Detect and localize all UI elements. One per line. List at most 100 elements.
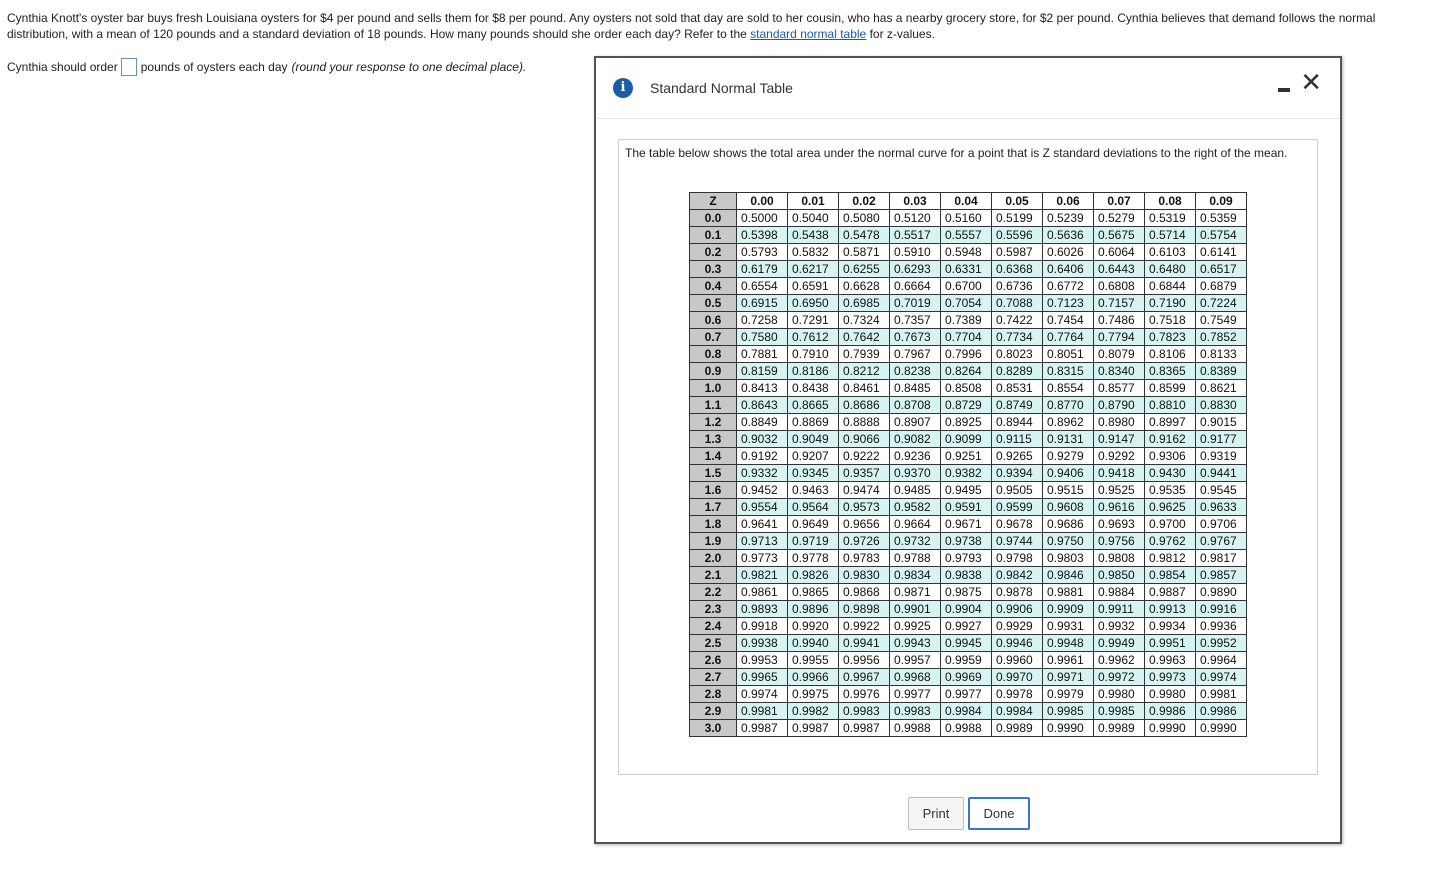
table-cell: 0.9162 xyxy=(1144,430,1196,448)
table-cell: 0.9975 xyxy=(787,685,839,703)
table-cell: 0.9893 xyxy=(736,600,788,618)
table-cell: 0.9773 xyxy=(736,549,788,567)
table-cell: 0.9857 xyxy=(1195,566,1247,584)
table-cell: 0.9515 xyxy=(1042,481,1094,499)
table-cell: 0.9986 xyxy=(1195,702,1247,720)
table-cell: 0.9767 xyxy=(1195,532,1247,550)
table-cell: 0.9990 xyxy=(1144,719,1196,737)
table-cell: 0.8133 xyxy=(1195,345,1247,363)
table-cell: 0.9943 xyxy=(889,634,941,652)
table-cell: 0.9987 xyxy=(838,719,890,737)
table-cell: 0.9898 xyxy=(838,600,890,618)
table-cell: 0.9430 xyxy=(1144,464,1196,482)
answer-input[interactable] xyxy=(120,58,137,76)
table-cell: 0.9938 xyxy=(736,634,788,652)
table-cell: 0.9984 xyxy=(991,702,1043,720)
table-cell: 0.9966 xyxy=(787,668,839,686)
standard-normal-table-link[interactable]: standard normal table xyxy=(750,27,866,41)
table-cell: 0.9985 xyxy=(1093,702,1145,720)
close-icon: ✕ xyxy=(1300,68,1322,98)
table-row: 2.7 0.9965 0.9966 0.9967 0.9968 0.9969 0.9970 0… xyxy=(689,668,1247,686)
table-cell: 0.8186 xyxy=(787,362,839,380)
table-row: 0.4 0.6554 0.6591 0.6628 0.6664 0.6700 0.6736 0… xyxy=(689,277,1247,295)
z-column-header: Z xyxy=(689,192,737,210)
table-cell: 0.9974 xyxy=(1195,668,1247,686)
table-cell: 0.9916 xyxy=(1195,600,1247,618)
table-cell: 0.9082 xyxy=(889,430,941,448)
table-cell: 0.9131 xyxy=(1042,430,1094,448)
z-row-label: 0.0 xyxy=(689,209,737,227)
table-cell: 0.9971 xyxy=(1042,668,1094,686)
table-cell: 0.9988 xyxy=(889,719,941,737)
table-cell: 0.6406 xyxy=(1042,260,1094,278)
table-cell: 0.9744 xyxy=(991,532,1043,550)
table-cell: 0.7123 xyxy=(1042,294,1094,312)
z-row-label: 1.7 xyxy=(689,498,737,516)
done-button[interactable]: Done xyxy=(968,797,1030,830)
table-cell: 0.9332 xyxy=(736,464,788,482)
minimize-button[interactable] xyxy=(1278,80,1292,94)
z-row-label: 1.5 xyxy=(689,464,737,482)
close-button[interactable]: ✕ xyxy=(1300,70,1322,96)
table-cell: 0.9968 xyxy=(889,668,941,686)
table-cell: 0.7881 xyxy=(736,345,788,363)
print-button[interactable]: Print xyxy=(908,797,964,830)
table-cell: 0.9842 xyxy=(991,566,1043,584)
table-cell: 0.8729 xyxy=(940,396,992,414)
table-cell: 0.9147 xyxy=(1093,430,1145,448)
table-cell: 0.9945 xyxy=(940,634,992,652)
table-cell: 0.8238 xyxy=(889,362,941,380)
table-cell: 0.9554 xyxy=(736,498,788,516)
table-cell: 0.5557 xyxy=(940,226,992,244)
question-tail: for z-values. xyxy=(866,27,935,41)
table-cell: 0.9981 xyxy=(736,702,788,720)
table-cell: 0.5160 xyxy=(940,209,992,227)
table-cell: 0.6772 xyxy=(1042,277,1094,295)
table-cell: 0.7996 xyxy=(940,345,992,363)
table-row: 1.5 0.9332 0.9345 0.9357 0.9370 0.9382 0.9394 0… xyxy=(689,464,1247,482)
table-cell: 0.5910 xyxy=(889,243,941,261)
table-cell: 0.8315 xyxy=(1042,362,1094,380)
table-cell: 0.8770 xyxy=(1042,396,1094,414)
table-cell: 0.7422 xyxy=(991,311,1043,329)
table-cell: 0.8289 xyxy=(991,362,1043,380)
table-cell: 0.9545 xyxy=(1195,481,1247,499)
table-cell: 0.9970 xyxy=(991,668,1043,686)
table-cell: 0.9980 xyxy=(1093,685,1145,703)
table-cell: 0.7642 xyxy=(838,328,890,346)
z-row-label: 1.2 xyxy=(689,413,737,431)
table-cell: 0.9495 xyxy=(940,481,992,499)
table-cell: 0.8365 xyxy=(1144,362,1196,380)
table-cell: 0.5279 xyxy=(1093,209,1145,227)
table-cell: 0.8389 xyxy=(1195,362,1247,380)
table-row: 1.6 0.9452 0.9463 0.9474 0.9485 0.9495 0.9505 0… xyxy=(689,481,1247,499)
table-cell: 0.9808 xyxy=(1093,549,1145,567)
table-row: 2.0 0.9773 0.9778 0.9783 0.9788 0.9793 0.9798 0… xyxy=(689,549,1247,567)
table-cell: 0.8531 xyxy=(991,379,1043,397)
table-cell: 0.9904 xyxy=(940,600,992,618)
z-row-label: 2.9 xyxy=(689,702,737,720)
table-cell: 0.9980 xyxy=(1144,685,1196,703)
table-cell: 0.5754 xyxy=(1195,226,1247,244)
table-row: 0.9 0.8159 0.8186 0.8212 0.8238 0.8264 0.8289 0… xyxy=(689,362,1247,380)
table-cell: 0.9265 xyxy=(991,447,1043,465)
table-cell: 0.9236 xyxy=(889,447,941,465)
table-cell: 0.5987 xyxy=(991,243,1043,261)
table-cell: 0.9793 xyxy=(940,549,992,567)
z-row-label: 1.0 xyxy=(689,379,737,397)
table-cell: 0.9957 xyxy=(889,651,941,669)
table-cell: 0.9981 xyxy=(1195,685,1247,703)
table-cell: 0.9345 xyxy=(787,464,839,482)
table-cell: 0.8962 xyxy=(1042,413,1094,431)
table-row: 0.7 0.7580 0.7612 0.7642 0.7673 0.7704 0.7734 0… xyxy=(689,328,1247,346)
table-cell: 0.9706 xyxy=(1195,515,1247,533)
table-cell: 0.6628 xyxy=(838,277,890,295)
table-cell: 0.9987 xyxy=(736,719,788,737)
table-row: 2.8 0.9974 0.9975 0.9976 0.9977 0.9977 0.9978 0… xyxy=(689,685,1247,703)
table-cell: 0.9940 xyxy=(787,634,839,652)
table-row: 2.1 0.9821 0.9826 0.9830 0.9834 0.9838 0.9842 0… xyxy=(689,566,1247,584)
table-cell: 0.5832 xyxy=(787,243,839,261)
table-container[interactable]: The table below shows the total area und… xyxy=(618,139,1318,775)
table-cell: 0.8665 xyxy=(787,396,839,414)
z-row-label: 2.3 xyxy=(689,600,737,618)
